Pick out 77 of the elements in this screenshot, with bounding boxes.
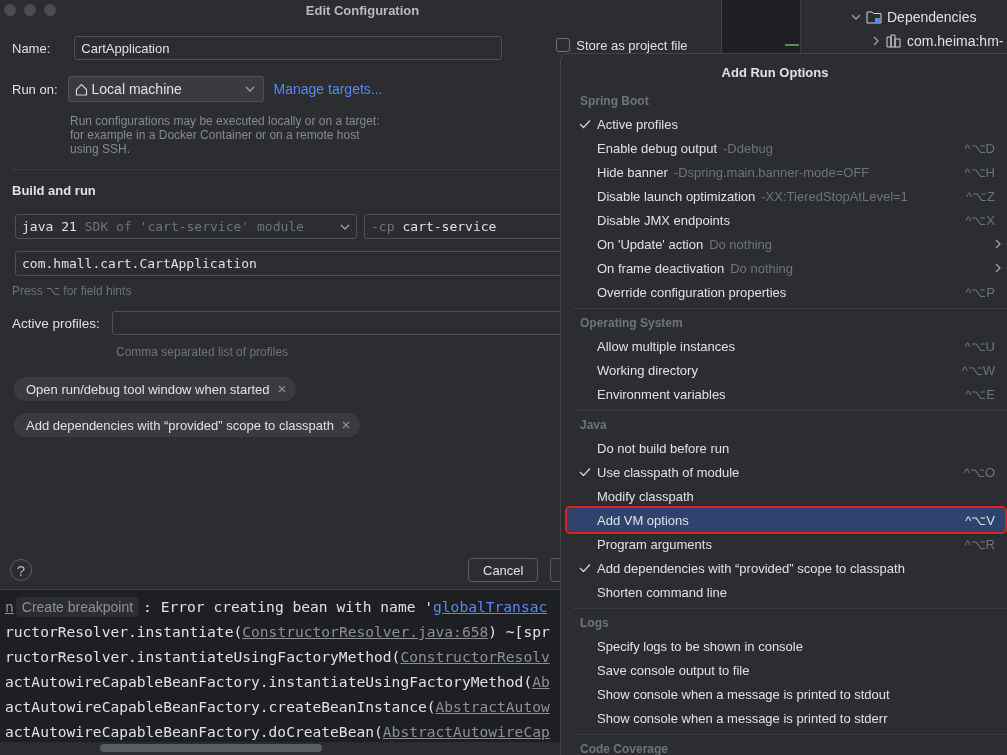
field-label: Run on: bbox=[12, 81, 58, 97]
shortcut-text: ^⌥D bbox=[964, 140, 995, 156]
description-text: Run configurations may be executed locally or on a target: for example in a Docker Container or on a remote host using SSH. bbox=[70, 114, 381, 156]
section-header: Operating System bbox=[579, 315, 684, 332]
section-header: Code Coverage bbox=[579, 741, 670, 755]
menu-item[interactable]: Shorten command line bbox=[567, 580, 1005, 604]
tree-item[interactable]: Dependencies bbox=[887, 9, 977, 25]
field-label: Name: bbox=[12, 40, 51, 56]
menu-item[interactable]: Hide banner -Dspring.main.banner-mode=OFF ^⌥H bbox=[567, 160, 1005, 184]
name-field[interactable]: CartApplication bbox=[74, 36, 503, 60]
section-header: Spring Boot bbox=[579, 93, 650, 110]
menu-item[interactable]: Program arguments ^⌥R bbox=[567, 532, 1005, 556]
menu-item[interactable]: Specify logs to be shown in console bbox=[567, 634, 1005, 658]
menu-item[interactable]: Allow multiple instances ^⌥U bbox=[567, 334, 1005, 358]
menu-item[interactable]: Show console when a message is printed to stderr bbox=[567, 706, 1005, 730]
console-line: actAutowireCapableBeanFactory.doCreateBean(AbstractAutowireCap bbox=[5, 722, 550, 742]
scrollbar-thumb[interactable] bbox=[100, 744, 322, 752]
console-line: ructorResolver.instantiate(ConstructorResolver.java:658) ~[spr bbox=[5, 622, 550, 642]
shortcut-text: ^⌥P bbox=[965, 284, 995, 300]
shortcut-text: ^⌥W bbox=[961, 362, 995, 378]
shortcut-text: ^⌥H bbox=[964, 164, 995, 180]
field-hint: Comma separated list of profiles bbox=[116, 345, 289, 359]
menu-item[interactable]: Working directory ^⌥W bbox=[567, 358, 1005, 382]
shortcut-text: ^⌥O bbox=[963, 464, 995, 480]
close-icon[interactable] bbox=[341, 421, 350, 429]
shortcut-text: ^⌥R bbox=[964, 536, 995, 552]
popup-title: Add Run Options bbox=[720, 63, 830, 82]
library-icon bbox=[886, 34, 902, 48]
shortcut-text: ^⌥E bbox=[965, 386, 995, 402]
window-title: Edit Configuration bbox=[305, 2, 420, 18]
manage-targets-link[interactable]: Manage targets... bbox=[273, 81, 383, 97]
checkbox[interactable] bbox=[556, 38, 571, 52]
zoom-window-icon[interactable] bbox=[44, 4, 56, 16]
option-hint: -Dspring.main.banner-mode=OFF bbox=[673, 164, 870, 180]
menu-item[interactable]: Save console output to file bbox=[567, 658, 1005, 682]
menu-item[interactable]: Environment variables ^⌥E bbox=[567, 382, 1005, 406]
field-hint: Press ⌥ for field hints bbox=[12, 284, 132, 298]
option-hint: Do nothing bbox=[709, 236, 773, 252]
cancel-button[interactable]: Cancel bbox=[468, 558, 539, 582]
shortcut-text: ^⌥Z bbox=[965, 188, 995, 204]
chevron-down-icon bbox=[244, 84, 255, 94]
option-chip[interactable]: Add dependencies with “provided” scope to classpath bbox=[14, 413, 360, 437]
console-line: ructorResolver.instantiateUsingFactoryMethod(ConstructorResolv bbox=[5, 647, 550, 667]
jdk-dropdown[interactable]: java 21 SDK of 'cart-service' module bbox=[15, 214, 357, 239]
run-target-dropdown[interactable]: Local machine bbox=[67, 76, 264, 102]
minimize-window-icon[interactable] bbox=[24, 4, 36, 16]
menu-item[interactable]: Add VM options ^⌥V bbox=[567, 508, 1005, 532]
shortcut-text: ^⌥V bbox=[965, 512, 995, 528]
option-hint: -Ddebug bbox=[723, 140, 773, 156]
option-hint: Do nothing bbox=[730, 260, 794, 276]
close-icon[interactable] bbox=[277, 385, 286, 393]
field-label: Active profiles: bbox=[12, 315, 100, 331]
shortcut-text: ^⌥X bbox=[965, 212, 995, 228]
shortcut-text: ^⌥U bbox=[964, 338, 995, 354]
section-header: Java bbox=[579, 417, 608, 434]
option-hint: -XX:TieredStopAtLevel=1 bbox=[761, 188, 908, 204]
folder-icon bbox=[866, 10, 882, 24]
menu-item[interactable]: Modify classpath bbox=[567, 484, 1005, 508]
menu-item[interactable]: Enable debug output -Ddebug ^⌥D bbox=[567, 136, 1005, 160]
menu-item[interactable]: Add dependencies with “provided” scope to classpath bbox=[567, 556, 1005, 580]
home-icon bbox=[74, 82, 88, 96]
menu-item[interactable]: Disable launch optimization -XX:TieredStopAtLevel=1 ^⌥Z bbox=[567, 184, 1005, 208]
console-line: actAutowireCapableBeanFactory.createBeanInstance(AbstractAutow bbox=[5, 697, 550, 717]
console-line: actAutowireCapableBeanFactory.instantiateUsingFactoryMethod(Ab bbox=[5, 672, 550, 692]
menu-item[interactable]: Show console when a message is printed to stdout bbox=[567, 682, 1005, 706]
console-line: n Create breakpoint : Error creating bean with name 'globalTransac bbox=[5, 595, 548, 619]
menu-item[interactable]: Active profiles bbox=[567, 112, 1005, 136]
tree-item[interactable]: com.heima:hm- bbox=[907, 33, 1004, 49]
checkbox-label: Store as project file bbox=[576, 37, 688, 53]
menu-item[interactable]: Override configuration properties ^⌥P bbox=[567, 280, 1005, 304]
section-header: Logs bbox=[579, 615, 610, 632]
option-chip[interactable]: Open run/debug tool window when started bbox=[14, 377, 296, 401]
menu-item[interactable]: Do not build before run bbox=[567, 436, 1005, 460]
menu-item[interactable]: Use classpath of module ^⌥O bbox=[567, 460, 1005, 484]
close-window-icon[interactable] bbox=[4, 4, 16, 16]
change-marker bbox=[785, 44, 799, 46]
section-title: Build and run bbox=[12, 183, 96, 198]
